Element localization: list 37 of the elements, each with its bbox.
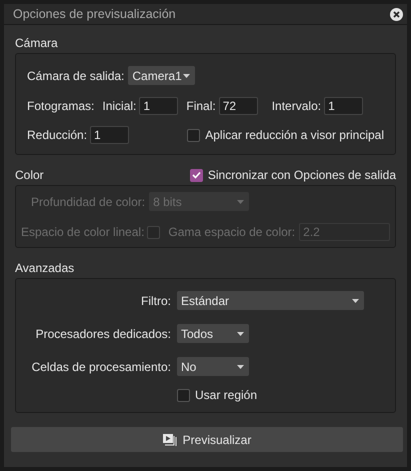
dropdown[interactable]: Todos — [177, 324, 249, 343]
field-label: Profundidad de color: — [31, 194, 146, 208]
input-field[interactable]: 72 — [218, 97, 258, 115]
preview-icon — [162, 434, 177, 446]
window-title: Opciones de previsualización — [13, 7, 176, 21]
input-field[interactable]: 1 — [90, 126, 130, 144]
field-label: Procesadores dedicados: — [34, 326, 171, 340]
field-label: Final: — [186, 99, 216, 113]
caret-icon — [237, 332, 244, 336]
section-title: Cámara — [15, 36, 58, 50]
caret-icon — [183, 74, 190, 78]
field-label: Intervalo: — [272, 99, 322, 113]
checkbox-label: Usar región — [195, 388, 258, 402]
section-title: Avanzadas — [15, 261, 74, 275]
checkbox[interactable] — [177, 388, 190, 402]
caret-icon — [352, 298, 359, 302]
field-label: Gama espacio de color: — [168, 225, 296, 239]
field-label: Filtro: — [140, 294, 171, 308]
caret-icon — [237, 364, 244, 368]
field-label: Celdas de procesamiento: — [30, 360, 171, 374]
dropdown[interactable]: Camera1 — [128, 66, 196, 85]
preview-button[interactable]: Previsualizar — [11, 427, 403, 452]
input-field[interactable]: 1 — [324, 97, 364, 115]
field-label: Reducción: — [27, 128, 88, 142]
field-label: Espacio de color lineal: — [21, 225, 144, 239]
close-icon[interactable] — [390, 8, 403, 20]
field-label: Cámara de salida: — [27, 68, 124, 82]
checkbox-label: Sincronizar con Opciones de salida — [208, 168, 396, 182]
input-field[interactable]: 1 — [139, 97, 178, 115]
caret-icon — [237, 200, 244, 204]
dropdown[interactable]: Estándar — [177, 291, 364, 310]
checkbox[interactable] — [187, 128, 200, 142]
field-label: Fotogramas: — [27, 99, 94, 113]
section-title: Color — [15, 168, 44, 182]
checkbox-label: Aplicar reducción a visor principal — [205, 128, 384, 142]
field-label: Inicial: — [102, 99, 136, 113]
dropdown[interactable]: No — [177, 357, 249, 376]
